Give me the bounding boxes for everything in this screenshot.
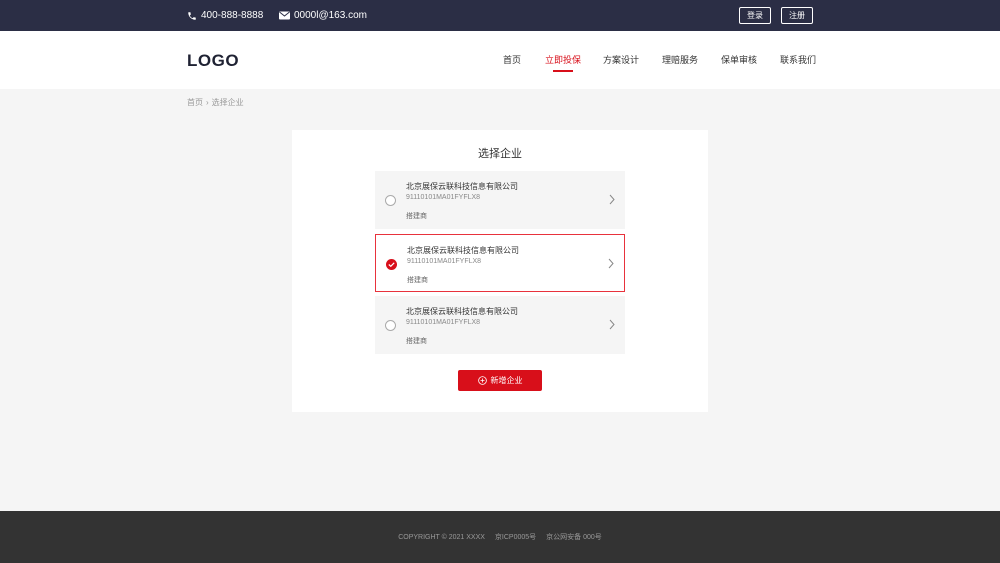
register-button[interactable]: 注册 — [781, 7, 813, 24]
login-button[interactable]: 登录 — [739, 7, 771, 24]
company-role: 搭建商 — [406, 213, 427, 220]
police-record-text[interactable]: 京公网安备 000号 — [546, 532, 602, 542]
plus-circle-icon — [477, 376, 487, 385]
add-company-button[interactable]: 新增企业 — [458, 370, 542, 391]
company-name: 北京展保云联科技信息有限公司 — [407, 246, 519, 255]
radio-button[interactable] — [385, 195, 396, 206]
nav-item-contact[interactable]: 联系我们 — [780, 53, 816, 66]
nav-item-home[interactable]: 首页 — [503, 53, 521, 66]
top-bar: 400-888-8888 0000l@163.com 登录 注册 — [0, 0, 1000, 31]
chevron-right-icon — [609, 194, 615, 205]
nav-item-plan-design[interactable]: 方案设计 — [603, 53, 639, 66]
main-nav: 首页 立即投保 方案设计 理赔服务 保单审核 联系我们 — [0, 31, 1000, 89]
company-option[interactable]: 北京展保云联科技信息有限公司 91110101MA01FYFLX8 搭建商 — [375, 171, 625, 229]
footer: COPYRIGHT © 2021 XXXX 京ICP0005号 京公网安备 00… — [0, 511, 1000, 563]
company-credit-code: 91110101MA01FYFLX8 — [407, 258, 482, 265]
nav-item-claims[interactable]: 理赔服务 — [662, 53, 698, 66]
nav-item-insure-now[interactable]: 立即投保 — [545, 53, 581, 72]
select-company-card: 选择企业 北京展保云联科技信息有限公司 91110101MA01FYFLX8 搭… — [292, 130, 708, 412]
radio-checked-icon[interactable] — [386, 259, 397, 270]
phone-icon — [188, 11, 196, 20]
email-address: 0000l@163.com — [294, 10, 367, 21]
company-name: 北京展保云联科技信息有限公司 — [406, 182, 518, 191]
breadcrumb: 首页 › 选择企业 — [187, 97, 244, 108]
chevron-right-icon — [608, 258, 614, 269]
chevron-right-icon — [609, 319, 615, 330]
company-option-selected[interactable]: 北京展保云联科技信息有限公司 91110101MA01FYFLX8 搭建商 — [375, 234, 625, 292]
email-contact: 0000l@163.com — [279, 0, 367, 31]
nav-item-policy-review[interactable]: 保单审核 — [721, 53, 757, 66]
company-name: 北京展保云联科技信息有限公司 — [406, 307, 518, 316]
page-title: 选择企业 — [478, 148, 522, 160]
phone-contact: 400-888-8888 — [187, 0, 263, 31]
copyright-text: COPYRIGHT © 2021 XXXX — [398, 533, 485, 541]
breadcrumb-current: 选择企业 — [211, 98, 244, 107]
company-role: 搭建商 — [407, 277, 428, 284]
icp-text[interactable]: 京ICP0005号 — [495, 532, 536, 542]
company-option[interactable]: 北京展保云联科技信息有限公司 91110101MA01FYFLX8 搭建商 — [375, 296, 625, 354]
add-company-label: 新增企业 — [490, 376, 523, 385]
phone-number: 400-888-8888 — [201, 10, 264, 21]
company-role: 搭建商 — [406, 338, 427, 345]
main-header: LOGO 首页 立即投保 方案设计 理赔服务 保单审核 联系我们 — [0, 31, 1000, 89]
breadcrumb-home[interactable]: 首页 — [187, 97, 203, 108]
radio-button[interactable] — [385, 320, 396, 331]
mail-icon — [279, 11, 290, 20]
company-credit-code: 91110101MA01FYFLX8 — [406, 319, 481, 326]
chevron-right-icon: › — [206, 98, 209, 107]
company-credit-code: 91110101MA01FYFLX8 — [406, 194, 481, 201]
